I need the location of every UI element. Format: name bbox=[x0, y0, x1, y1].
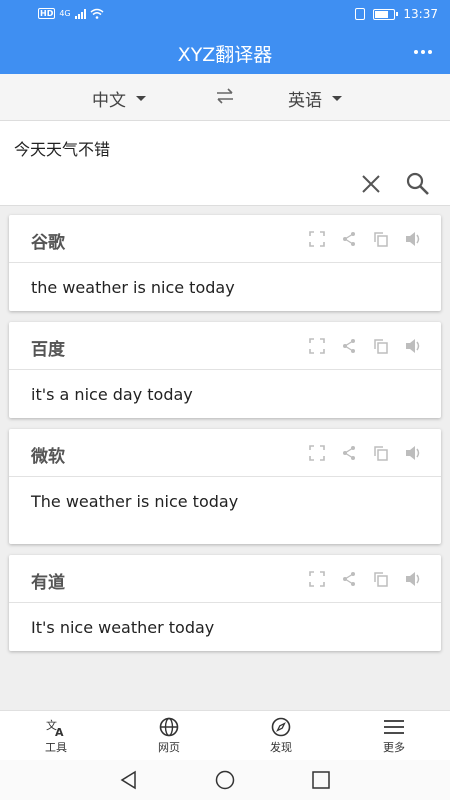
fullscreen-icon[interactable] bbox=[309, 445, 325, 461]
home-icon[interactable] bbox=[215, 770, 235, 790]
system-nav-bar bbox=[0, 760, 450, 800]
copy-icon[interactable] bbox=[373, 445, 389, 461]
translation-text: The weather is nice today bbox=[31, 492, 239, 511]
status-right: 13:37 bbox=[355, 7, 438, 21]
network-type: 4G bbox=[59, 9, 71, 18]
chevron-down-icon bbox=[136, 96, 146, 101]
speaker-icon[interactable] bbox=[405, 445, 421, 461]
status-bar: HD 4G 13:37 bbox=[0, 0, 450, 30]
vibrate-icon bbox=[355, 8, 366, 20]
search-icon[interactable] bbox=[405, 171, 431, 197]
copy-icon[interactable] bbox=[373, 571, 389, 587]
share-icon[interactable] bbox=[341, 571, 357, 587]
speaker-icon[interactable] bbox=[405, 338, 421, 354]
clear-icon[interactable] bbox=[360, 173, 382, 195]
back-icon[interactable] bbox=[119, 770, 139, 790]
svg-text:A: A bbox=[55, 726, 64, 737]
card-actions bbox=[309, 338, 421, 354]
result-card-baidu: 百度 it's a nice day today bbox=[9, 322, 441, 418]
translation-text: It's nice weather today bbox=[31, 618, 215, 637]
translation-text: it's a nice day today bbox=[31, 385, 193, 404]
engine-name: 百度 bbox=[31, 340, 65, 360]
app-title: XYZ翻译器 bbox=[177, 44, 273, 66]
source-text-input[interactable]: 今天天气不错 bbox=[0, 120, 450, 206]
nav-discover-label: 发现 bbox=[270, 741, 292, 754]
share-icon[interactable] bbox=[341, 445, 357, 461]
target-language-select[interactable]: 英语 bbox=[288, 86, 342, 111]
card-actions bbox=[309, 445, 421, 461]
translate-icon: 文 A bbox=[46, 718, 64, 737]
wifi-icon bbox=[90, 8, 104, 19]
source-language-select[interactable]: 中文 bbox=[92, 86, 146, 111]
nav-tools[interactable]: 文 A 工具 bbox=[26, 717, 86, 755]
speaker-icon[interactable] bbox=[405, 571, 421, 587]
language-bar: 中文 英语 bbox=[0, 74, 450, 120]
signal-icon bbox=[74, 8, 86, 19]
nav-tools-label: 工具 bbox=[45, 741, 67, 754]
more-options-icon[interactable] bbox=[414, 50, 432, 54]
card-header: 谷歌 bbox=[9, 215, 441, 263]
app-bar: XYZ翻译器 bbox=[0, 30, 450, 74]
hd-badge: HD bbox=[38, 8, 56, 19]
chevron-down-icon bbox=[332, 96, 342, 101]
card-actions bbox=[309, 231, 421, 247]
fullscreen-icon[interactable] bbox=[309, 231, 325, 247]
source-language-label: 中文 bbox=[92, 91, 126, 111]
share-icon[interactable] bbox=[341, 338, 357, 354]
fullscreen-icon[interactable] bbox=[309, 338, 325, 354]
swap-languages-icon[interactable] bbox=[214, 86, 236, 106]
bottom-nav: 文 A 工具 网页 发现 更多 bbox=[0, 710, 450, 760]
clock: 13:37 bbox=[403, 7, 438, 21]
menu-icon bbox=[384, 720, 404, 734]
nav-more[interactable]: 更多 bbox=[364, 717, 424, 755]
card-header: 百度 bbox=[9, 322, 441, 370]
nav-web-label: 网页 bbox=[158, 741, 180, 754]
card-header: 有道 bbox=[9, 555, 441, 603]
engine-name: 微软 bbox=[31, 447, 65, 467]
status-left: HD 4G bbox=[38, 8, 104, 19]
speaker-icon[interactable] bbox=[405, 231, 421, 247]
result-card-google: 谷歌 the weather is nice today bbox=[9, 215, 441, 311]
globe-icon bbox=[159, 717, 179, 737]
card-actions bbox=[309, 571, 421, 587]
recents-icon[interactable] bbox=[311, 770, 331, 790]
source-text[interactable]: 今天天气不错 bbox=[14, 136, 110, 160]
nav-web[interactable]: 网页 bbox=[139, 717, 199, 755]
engine-name: 有道 bbox=[31, 573, 65, 593]
fullscreen-icon[interactable] bbox=[309, 571, 325, 587]
engine-name: 谷歌 bbox=[31, 233, 65, 253]
nav-discover[interactable]: 发现 bbox=[251, 717, 311, 755]
copy-icon[interactable] bbox=[373, 231, 389, 247]
target-language-label: 英语 bbox=[288, 91, 322, 111]
card-header: 微软 bbox=[9, 429, 441, 477]
translation-text: the weather is nice today bbox=[31, 278, 235, 297]
result-card-youdao: 有道 It's nice weather today bbox=[9, 555, 441, 651]
copy-icon[interactable] bbox=[373, 338, 389, 354]
result-card-microsoft: 微软 The weather is nice today bbox=[9, 429, 441, 544]
battery-icon bbox=[373, 8, 399, 20]
share-icon[interactable] bbox=[341, 231, 357, 247]
nav-more-label: 更多 bbox=[383, 741, 405, 754]
compass-icon bbox=[271, 717, 291, 737]
